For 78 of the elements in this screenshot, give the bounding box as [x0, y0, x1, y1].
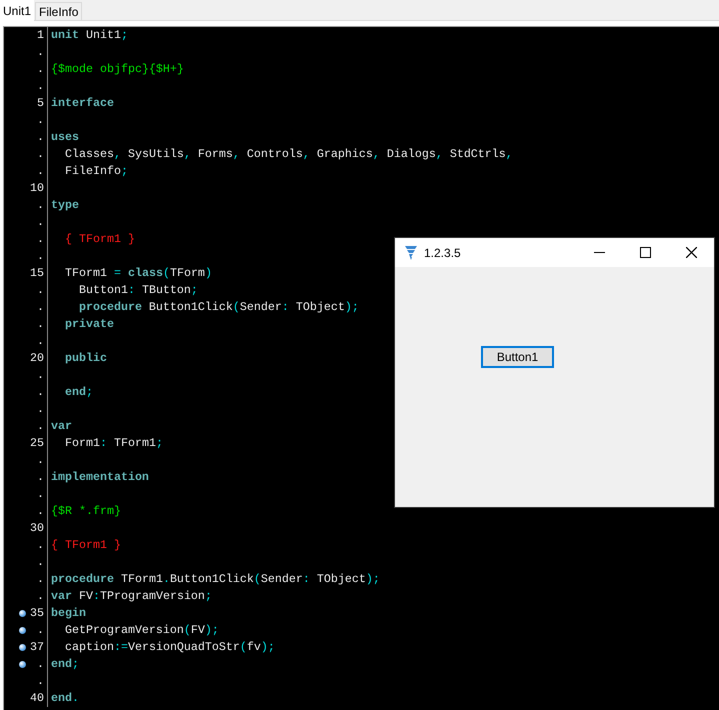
code-line: begin: [51, 604, 86, 622]
line-number: .: [37, 112, 44, 129]
code-line: unit Unit1;: [51, 27, 128, 44]
code-line: procedure TForm1.Button1Click(Sender: TObject);: [51, 570, 380, 588]
line-number: .: [37, 554, 44, 571]
breakpoint-icon[interactable]: [19, 627, 26, 634]
line-number: 5: [37, 94, 44, 112]
line-number: 10: [30, 180, 44, 197]
line-number: 25: [30, 434, 44, 452]
code-line: {$mode objfpc}{$H+}: [51, 60, 184, 78]
line-number: .: [37, 196, 44, 214]
line-number: .: [37, 298, 44, 316]
tab[interactable]: Unit1: [0, 0, 34, 21]
line-number: .: [37, 570, 44, 588]
line-number: .: [37, 128, 44, 146]
line-number: 37: [30, 638, 44, 656]
code-line: Button1: TButton;: [78, 282, 198, 299]
line-number: .: [37, 248, 44, 265]
line-number: .: [37, 418, 44, 435]
line-number: .: [37, 282, 44, 299]
line-number: .: [37, 332, 44, 350]
code-line: FileInfo;: [64, 162, 128, 180]
line-number: .: [37, 400, 44, 418]
code-line: public: [64, 350, 107, 367]
line-number: .: [37, 146, 44, 163]
breakpoint-icon[interactable]: [19, 610, 26, 617]
code-line: var: [51, 418, 72, 435]
tab[interactable]: FileInfo: [35, 2, 82, 21]
code-line: { TForm1 }: [64, 230, 135, 248]
tornado-icon: [404, 245, 418, 260]
code-line: {$R *.frm}: [51, 502, 121, 520]
form-button[interactable]: Button1: [481, 346, 554, 368]
line-number: .: [37, 44, 44, 61]
line-number: .: [37, 622, 44, 639]
line-number: .: [37, 162, 44, 180]
line-number: .: [37, 214, 44, 231]
line-number: .: [37, 656, 44, 673]
code-line: { TForm1 }: [51, 536, 121, 554]
code-line: implementation: [51, 468, 149, 486]
line-number: .: [37, 60, 44, 78]
code-line: procedure Button1Click(Sender: TObject);: [78, 298, 359, 316]
line-number: .: [37, 672, 44, 690]
line-number: .: [37, 502, 44, 520]
code-line: caption:=VersionQuadToStr(fv);: [64, 638, 275, 656]
line-number: .: [37, 536, 44, 554]
code-line: interface: [51, 94, 114, 112]
line-number: 15: [30, 264, 44, 282]
line-number: .: [37, 384, 44, 401]
code-line: end;: [64, 384, 93, 401]
line-number: .: [37, 78, 44, 95]
line-number: .: [37, 230, 44, 248]
minimize-icon: [594, 252, 604, 253]
close-icon: [686, 247, 696, 258]
line-number: .: [37, 468, 44, 486]
code-line: uses: [51, 128, 79, 146]
code-line: end;: [51, 656, 79, 673]
maximize-icon: [640, 247, 650, 258]
code-line: Classes, SysUtils, Forms, Controls, Graphics, Dialogs, StdCtrls,: [64, 146, 513, 163]
line-number: 20: [30, 350, 44, 367]
code-line: Form1: TForm1;: [64, 434, 163, 452]
code-line: private: [64, 316, 114, 333]
line-number: .: [37, 366, 44, 384]
line-number: 1: [37, 27, 44, 44]
code-line: var FV:TProgramVersion;: [51, 588, 212, 605]
line-number: .: [37, 316, 44, 333]
code-line: type: [51, 196, 79, 214]
code-line: GetProgramVersion(FV);: [64, 622, 219, 639]
code-line: TForm1 = class(TForm): [64, 264, 212, 282]
line-number: .: [37, 588, 44, 605]
line-number: 30: [30, 520, 44, 537]
breakpoint-icon[interactable]: [19, 644, 26, 651]
line-number: .: [37, 486, 44, 503]
line-number: 40: [30, 690, 44, 707]
line-number: .: [37, 452, 44, 469]
window-title: 1.2.3.5: [424, 244, 461, 262]
code-line: end.: [51, 690, 79, 707]
line-number: 35: [30, 604, 44, 622]
breakpoint-icon[interactable]: [19, 661, 26, 668]
